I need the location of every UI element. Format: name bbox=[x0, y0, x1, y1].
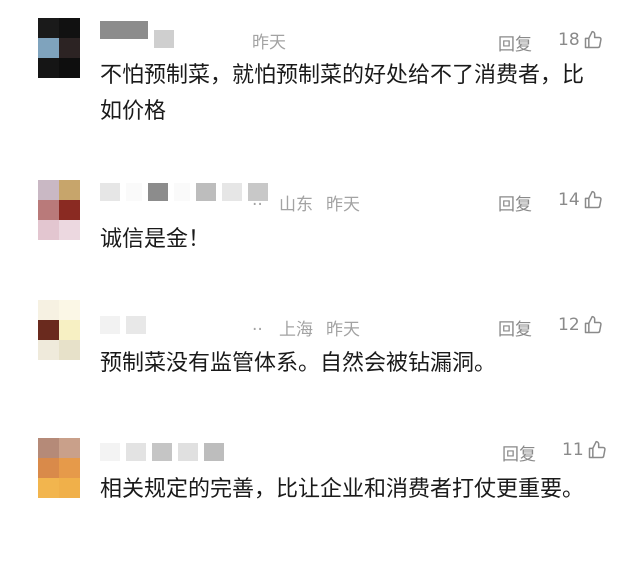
like-button[interactable]: 11 bbox=[562, 440, 607, 460]
comment-text: 诚信是金！ bbox=[100, 227, 211, 252]
username-redacted[interactable] bbox=[100, 440, 230, 464]
thumbs-up-icon bbox=[584, 30, 602, 49]
timestamp: 昨天 bbox=[326, 195, 360, 215]
comment-text: 预制菜没有监管体系。自然会被钻漏洞。 bbox=[100, 351, 497, 376]
reply-button[interactable]: 回复 bbox=[498, 315, 532, 340]
avatar[interactable] bbox=[38, 438, 80, 498]
username-redacted[interactable] bbox=[100, 304, 152, 334]
like-button[interactable]: 14 bbox=[558, 190, 603, 210]
avatar[interactable] bbox=[38, 180, 80, 240]
like-count: 11 bbox=[562, 440, 584, 460]
thumbs-up-icon bbox=[584, 190, 602, 209]
reply-button[interactable]: 回复 bbox=[498, 30, 532, 55]
like-count: 18 bbox=[558, 30, 580, 50]
reply-button[interactable]: 回复 bbox=[502, 440, 536, 465]
timestamp: 昨天 bbox=[252, 33, 286, 53]
ellipsis-icon: .. bbox=[252, 190, 263, 210]
timestamp: 昨天 bbox=[326, 320, 360, 340]
reply-button[interactable]: 回复 bbox=[498, 190, 532, 215]
ellipsis-icon: .. bbox=[252, 315, 263, 335]
comment-text: 不怕预制菜，就怕预制菜的好处给不了消费者，比如价格 bbox=[100, 63, 585, 124]
location-label: 上海 bbox=[279, 320, 313, 340]
avatar[interactable] bbox=[38, 300, 80, 360]
comment-text: 相关规定的完善，比让企业和消费者打仗更重要。 bbox=[100, 477, 585, 502]
thumbs-up-icon bbox=[584, 315, 602, 334]
thumbs-up-icon bbox=[588, 440, 606, 459]
avatar[interactable] bbox=[38, 18, 80, 78]
username-redacted[interactable] bbox=[100, 180, 274, 204]
like-button[interactable]: 18 bbox=[558, 30, 603, 50]
username-redacted[interactable] bbox=[100, 18, 180, 48]
location-label: 山东 bbox=[279, 195, 313, 215]
like-count: 14 bbox=[558, 190, 580, 210]
like-button[interactable]: 12 bbox=[558, 315, 603, 335]
like-count: 12 bbox=[558, 315, 580, 335]
